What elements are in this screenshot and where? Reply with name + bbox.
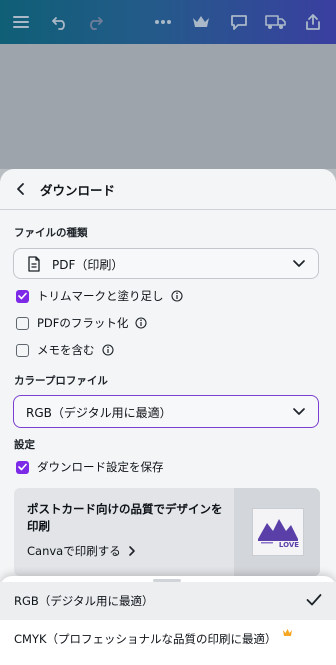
truck-icon[interactable] (262, 8, 290, 36)
menu-item-cmyk[interactable]: CMYK（プロフェッショナルな品質の印刷に最適） (0, 620, 336, 658)
checkmark-icon (306, 594, 322, 606)
chevron-down-icon (293, 260, 305, 267)
postcard-thumbnail: LOVE (252, 508, 304, 556)
premium-crown-icon (283, 629, 292, 636)
sheet-title: ダウンロード (40, 183, 116, 198)
info-icon[interactable] (135, 317, 147, 329)
option-flatten-pdf[interactable]: PDFのフラット化 (16, 313, 147, 333)
file-type-value: PDF（印刷） (52, 258, 124, 272)
app-frame: ダウンロード ファイルの種類 PDF（印刷） トリムマークと塗り足し PDFのフ… (0, 0, 336, 665)
checkbox-unchecked[interactable] (16, 316, 29, 330)
color-profile-label: カラープロファイル (14, 375, 108, 387)
checkbox-checked[interactable] (16, 289, 29, 303)
chevron-right-icon (129, 546, 135, 556)
undo-icon[interactable] (46, 8, 74, 36)
share-icon[interactable] (299, 8, 327, 36)
print-promo-card[interactable]: ポストカード向けの品質でデザインを印刷 Canvaで印刷する LOVE (14, 488, 320, 576)
thumb-text: LOVE (279, 541, 299, 549)
option-trim-marks[interactable]: トリムマークと塗り足し (16, 286, 183, 306)
checkbox-checked[interactable] (16, 460, 29, 474)
editor-canvas-backdrop (0, 44, 336, 169)
menu-icon[interactable] (7, 8, 35, 36)
checkbox-unchecked[interactable] (16, 343, 29, 357)
top-toolbar (0, 0, 336, 44)
option-include-notes[interactable]: メモを含む (16, 340, 114, 360)
document-icon (28, 256, 40, 272)
more-icon[interactable] (149, 8, 177, 36)
save-settings-text: ダウンロード設定を保存 (37, 460, 164, 474)
file-type-label: ファイルの種類 (14, 227, 88, 239)
chevron-down-icon (293, 408, 305, 415)
print-with-canva-link[interactable]: Canvaで印刷する (27, 543, 121, 559)
redo-icon[interactable] (81, 8, 109, 36)
file-type-select[interactable]: PDF（印刷） (13, 248, 319, 279)
option-label: メモを含む (37, 343, 95, 357)
menu-item-label: RGB（デジタル用に最適） (14, 594, 154, 608)
color-profile-value: RGB（デジタル用に最適） (26, 406, 172, 420)
crown-icon[interactable] (187, 8, 215, 36)
color-profile-select[interactable]: RGB（デジタル用に最適） (13, 395, 319, 428)
back-chevron-icon[interactable] (12, 180, 30, 198)
menu-item-label: CMYK（プロフェッショナルな品質の印刷に最適） (14, 632, 277, 646)
menu-item-rgb[interactable]: RGB（デジタル用に最適） (0, 582, 336, 620)
header-divider (0, 209, 336, 210)
option-label: トリムマークと塗り足し (37, 289, 164, 303)
option-label: PDFのフラット化 (37, 316, 129, 330)
color-profile-menu: RGB（デジタル用に最適） CMYK（プロフェッショナルな品質の印刷に最適） (0, 576, 336, 665)
save-settings-option[interactable]: ダウンロード設定を保存 (16, 457, 164, 477)
promo-title: ポストカード向けの品質でデザインを印刷 (27, 502, 223, 533)
settings-label: 設定 (14, 439, 35, 451)
info-icon[interactable] (170, 290, 183, 302)
info-icon[interactable] (101, 344, 114, 356)
comment-icon[interactable] (225, 8, 253, 36)
